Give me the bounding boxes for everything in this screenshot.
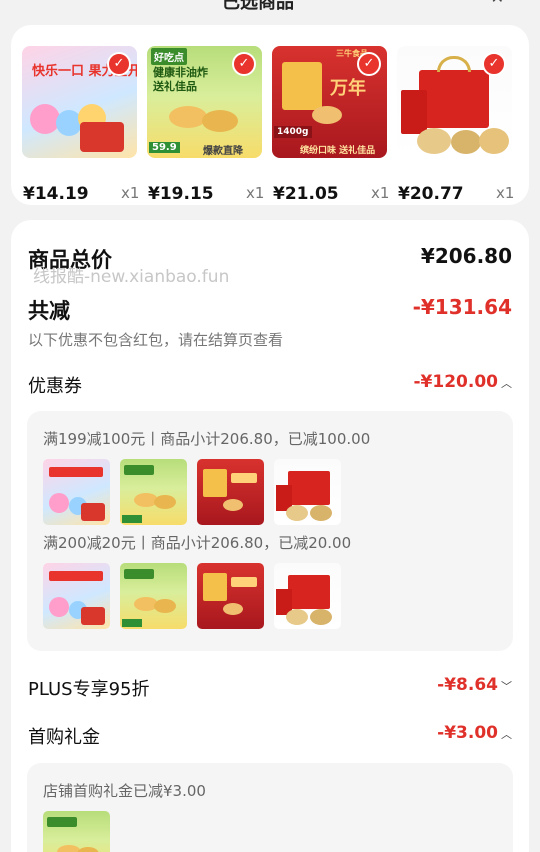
first-buy-detail-text: 店铺首购礼金已减¥3.00 bbox=[43, 782, 206, 800]
first-buy-label: 首购礼金 bbox=[28, 727, 100, 748]
selected-check-icon[interactable]: ✓ bbox=[232, 52, 256, 76]
discount-note: 以下优惠不包含红包，请在结算页查看 bbox=[28, 331, 284, 349]
coupon-value: -¥120.00 bbox=[413, 372, 499, 392]
watermark: 线报酷-new.xianbao.fun bbox=[33, 267, 230, 287]
selected-products-card: 快乐一口 果力全开 ✓ ¥14.19 x1 好吃点 健康非油炸 送礼佳品 59.… bbox=[11, 25, 529, 205]
product-price: ¥14.19 bbox=[23, 184, 89, 204]
product-price: ¥21.05 bbox=[273, 184, 339, 204]
mini-product-image bbox=[120, 459, 187, 525]
mini-product-image bbox=[197, 563, 264, 629]
product-image: 好吃点 健康非油炸 送礼佳品 59.9 爆款直降 ✓ bbox=[147, 46, 262, 158]
mini-product-image bbox=[274, 563, 341, 629]
coupon-detail-panel: 满199减100元丨商品小计206.80，已减100.00 满200减20元丨商… bbox=[27, 411, 513, 651]
product-qty: x1 bbox=[496, 184, 515, 202]
product-qty: x1 bbox=[371, 184, 390, 202]
mini-product-image bbox=[120, 563, 187, 629]
discount-total-value: -¥131.64 bbox=[412, 295, 512, 319]
first-buy-row[interactable]: 首购礼金 -¥3.00 ︿ bbox=[28, 723, 512, 749]
product-price: ¥20.77 bbox=[398, 184, 464, 204]
selected-check-icon[interactable]: ✓ bbox=[357, 52, 381, 76]
mini-product-image bbox=[43, 811, 110, 852]
coupon-rule-text: 满200减20元丨商品小计206.80，已减20.00 bbox=[43, 534, 352, 552]
first-buy-value: -¥3.00 bbox=[437, 723, 498, 743]
plus-discount-value: -¥8.64 bbox=[437, 675, 498, 695]
first-buy-detail-panel: 店铺首购礼金已减¥3.00 bbox=[27, 763, 513, 852]
plus-discount-label: PLUS专享95折 bbox=[28, 679, 150, 700]
chevron-up-icon[interactable]: ︿ bbox=[501, 377, 512, 390]
total-price-value: ¥206.80 bbox=[420, 244, 512, 268]
product-tag: 爆款直降 bbox=[203, 146, 243, 157]
coupon-row[interactable]: 优惠券 -¥120.00 ︿ bbox=[28, 372, 512, 398]
chevron-down-icon[interactable]: ﹀ bbox=[501, 680, 512, 693]
product-item[interactable]: 好吃点 健康非油炸 送礼佳品 59.9 爆款直降 ✓ ¥19.15 x1 bbox=[147, 46, 264, 204]
discount-total-row: 共减 -¥131.64 bbox=[28, 295, 512, 323]
product-qty: x1 bbox=[246, 184, 265, 202]
product-image: ✓ bbox=[397, 46, 512, 158]
product-mini-price: 59.9 bbox=[149, 142, 180, 153]
selected-check-icon[interactable]: ✓ bbox=[107, 52, 131, 76]
coupon-rule-text: 满199减100元丨商品小计206.80，已减100.00 bbox=[43, 430, 371, 448]
product-brand: 好吃点 bbox=[151, 48, 187, 65]
mini-product-image bbox=[197, 459, 264, 525]
sheet-header: 已选商品 ✕ bbox=[0, 0, 540, 14]
coupon-label: 优惠券 bbox=[28, 376, 82, 397]
discount-total-label: 共减 bbox=[28, 299, 70, 323]
product-item[interactable]: ✓ ¥20.77 x1 bbox=[397, 46, 514, 204]
price-detail-card: 商品总价 ¥206.80 线报酷-new.xianbao.fun 共减 -¥13… bbox=[11, 220, 529, 852]
product-banner: 健康非油炸 送礼佳品 bbox=[153, 66, 208, 93]
product-item[interactable]: 三牛食品 万年 1400g 缤纷口味 送礼佳品 ✓ ¥21.05 x1 bbox=[272, 46, 389, 204]
mini-product-image bbox=[43, 563, 110, 629]
selected-check-icon[interactable]: ✓ bbox=[482, 52, 506, 76]
product-image: 三牛食品 万年 1400g 缤纷口味 送礼佳品 ✓ bbox=[272, 46, 387, 158]
product-item[interactable]: 快乐一口 果力全开 ✓ ¥14.19 x1 bbox=[22, 46, 139, 204]
product-banner: 万年 bbox=[330, 78, 366, 99]
chevron-up-icon[interactable]: ︿ bbox=[501, 728, 512, 741]
close-icon[interactable]: ✕ bbox=[491, 0, 504, 7]
product-price: ¥19.15 bbox=[148, 184, 214, 204]
mini-product-image bbox=[274, 459, 341, 525]
sheet-title: 已选商品 bbox=[222, 0, 294, 13]
plus-discount-row[interactable]: PLUS专享95折 -¥8.64 ﹀ bbox=[28, 675, 512, 701]
product-subtitle: 缤纷口味 送礼佳品 bbox=[300, 146, 376, 156]
product-qty: x1 bbox=[121, 184, 140, 202]
product-weight: 1400g bbox=[274, 126, 312, 138]
mini-product-image bbox=[43, 459, 110, 525]
product-image: 快乐一口 果力全开 ✓ bbox=[22, 46, 137, 158]
